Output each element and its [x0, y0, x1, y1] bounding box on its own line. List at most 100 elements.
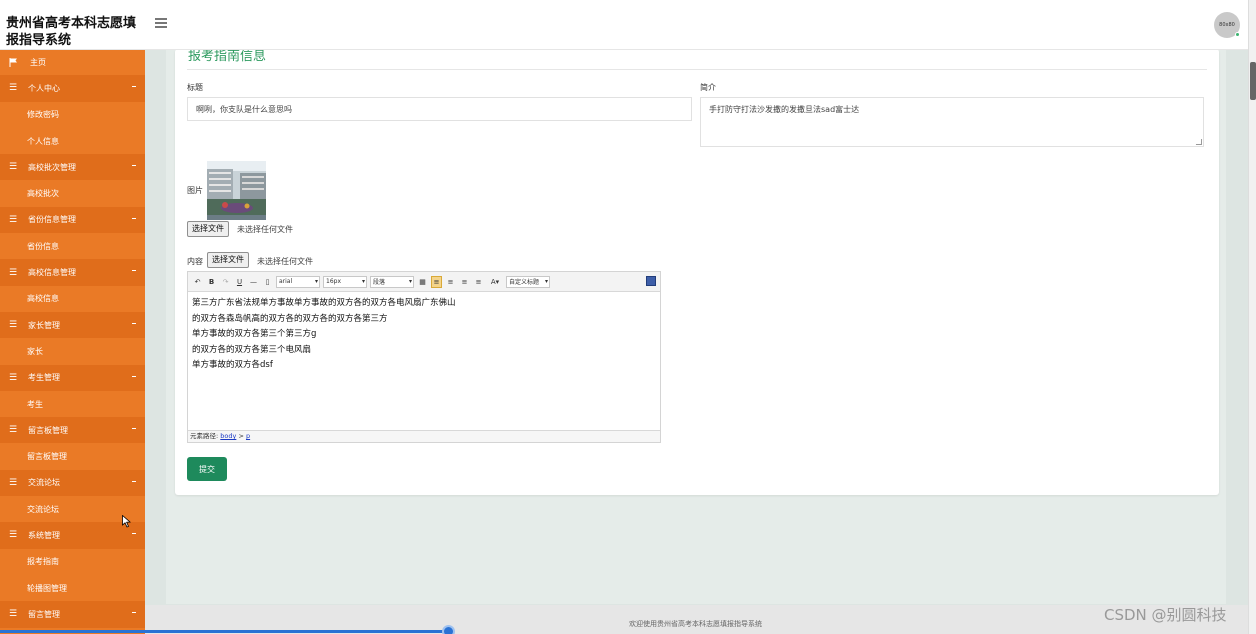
font-family-select[interactable]: arial [276, 275, 320, 288]
sidebar-group-personal[interactable]: ☰ 个人中心 [0, 75, 145, 102]
sidebar-group-student[interactable]: ☰ 考生管理 [0, 364, 145, 391]
flag-icon [0, 57, 26, 67]
sidebar-item-label: 省份信息管理 [28, 215, 76, 225]
undo-icon[interactable]: ↶ [192, 276, 203, 288]
sidebar-item-label: 留言板管理 [28, 425, 68, 435]
watermark: CSDN @别圆科技 [1104, 606, 1227, 624]
intro-label: 简介 [700, 83, 716, 92]
hamburger-icon: ☰ [8, 477, 18, 488]
collapse-icon [132, 480, 136, 482]
sidebar-item-college[interactable]: 高校信息 [0, 285, 145, 312]
sidebar-item-label: 高校批次管理 [28, 162, 76, 172]
editor-line: 第三方广东省法规单方事故单方事故的双方各的双方各电风扇广东佛山 [192, 298, 456, 308]
sidebar-group-forum[interactable]: ☰ 交流论坛 [0, 469, 145, 497]
title-label: 标题 [187, 83, 203, 92]
font-size-select[interactable]: 16px [323, 275, 367, 288]
top-header: 贵州省高考本科志愿填报指导系统 80x80 [0, 0, 1256, 50]
intro-textarea[interactable]: 手打防守打法沙发撒的发撒旦法sad富士达 [700, 97, 1204, 147]
menu-toggle-icon[interactable] [155, 18, 167, 28]
collapse-icon [132, 375, 136, 377]
sidebar-item-batch[interactable]: 高校批次 [0, 180, 145, 207]
horizontal-rule-icon[interactable]: — [248, 276, 259, 288]
sidebar-item-message-board[interactable]: 留言板管理 [0, 443, 145, 470]
sidebar-item-exam-guide[interactable]: 报考指南 [0, 548, 145, 575]
sidebar-item-label: 报考指南 [27, 557, 59, 567]
custom-title-select[interactable]: 自定义标题 [506, 275, 550, 288]
collapse-icon [132, 86, 136, 88]
sidebar-group-message-board[interactable]: ☰ 留言板管理 [0, 417, 145, 444]
editor-line: 的双方各的双方各第三个电风扇 [192, 344, 312, 355]
sidebar-group-messages[interactable]: ☰ 留言管理 [0, 601, 145, 628]
font-color-icon[interactable]: A▾ [487, 276, 503, 288]
sidebar-item-label: 轮播图管理 [27, 583, 67, 593]
progress-knob[interactable] [442, 625, 455, 634]
sidebar-item-label: 交流论坛 [28, 478, 60, 488]
align-justify-icon[interactable]: ≡ [473, 276, 484, 288]
divider [187, 69, 1207, 70]
intro-text: 手打防守打法沙发撒的发撒旦法sad富士达 [709, 105, 860, 114]
element-path-p-link[interactable]: p [246, 432, 250, 440]
app-title: 贵州省高考本科志愿填报指导系统 [6, 16, 137, 48]
sidebar-item-student[interactable]: 考生 [0, 390, 145, 418]
sidebar-item-label: 交流论坛 [27, 504, 59, 514]
sidebar-item-label: 系统管理 [28, 530, 60, 540]
sidebar: 主页 ☰ 个人中心 修改密码 个人信息 ☰ 高校批次管理 高校批次 ☰ 省份信息管理 … [0, 49, 145, 634]
collapse-icon [132, 428, 136, 430]
paragraph-select[interactable]: 段落 [370, 275, 414, 288]
table-icon[interactable]: ▦ [417, 276, 428, 288]
hamburger-icon: ☰ [8, 214, 18, 225]
submit-button[interactable]: 提交 [187, 457, 227, 481]
sidebar-group-parent[interactable]: ☰ 家长管理 [0, 311, 145, 339]
collapse-icon [132, 165, 136, 167]
content-label: 内容 [187, 257, 203, 266]
align-center-icon[interactable]: ≡ [445, 276, 456, 288]
fullscreen-icon[interactable] [646, 276, 656, 286]
sidebar-item-label: 个人中心 [28, 83, 60, 93]
sidebar-item-change-password[interactable]: 修改密码 [0, 101, 145, 128]
redo-icon[interactable]: ↷ [220, 276, 231, 288]
editor-line: 的双方各森岛帆高的双方各的双方各的双方各第三方 [192, 313, 388, 324]
collapse-icon [132, 217, 136, 219]
sidebar-item-home[interactable]: 主页 [0, 49, 145, 76]
sidebar-item-label: 考生 [27, 399, 43, 409]
uploaded-image [207, 161, 266, 220]
footer-text: 欢迎使用贵州省高考本科志愿填报指导系统 [629, 620, 762, 628]
form-card: 报考指南信息 标题 啊咧，你支队是什么意思吗 简介 手打防守打法沙发撒的发撒旦法… [175, 49, 1219, 495]
rich-text-editor: ↶ B ↷ U — ▯ arial 16px 段落 ▦ ≡ ≡ ≡ ≡ A▾ 自… [187, 271, 661, 443]
page-scrollbar[interactable] [1248, 0, 1256, 634]
hamburger-icon: ☰ [8, 267, 18, 278]
avatar[interactable]: 80x80 [1214, 12, 1240, 38]
element-path-separator: > [238, 432, 244, 440]
hamburger-icon: ☰ [8, 320, 18, 331]
content-file-button[interactable]: 选择文件 [207, 252, 249, 268]
sidebar-item-carousel[interactable]: 轮播图管理 [0, 574, 145, 602]
element-path-body-link[interactable]: body [220, 432, 236, 440]
hamburger-icon: ☰ [8, 609, 18, 620]
collapse-icon [132, 270, 136, 272]
image-file-status: 未选择任何文件 [237, 225, 293, 234]
editor-content[interactable]: 第三方广东省法规单方事故单方事故的双方各的双方各电风扇广东佛山 的双方各森岛帆高… [188, 292, 660, 428]
sidebar-group-province[interactable]: ☰ 省份信息管理 [0, 206, 145, 234]
sidebar-item-profile[interactable]: 个人信息 [0, 127, 145, 155]
align-right-icon[interactable]: ≡ [459, 276, 470, 288]
collapse-icon [132, 612, 136, 614]
sidebar-item-label: 高校信息 [27, 294, 59, 304]
paste-icon[interactable]: ▯ [262, 276, 273, 288]
title-input[interactable]: 啊咧，你支队是什么意思吗 [187, 97, 692, 121]
sidebar-item-parent[interactable]: 家长 [0, 338, 145, 365]
sidebar-item-label: 家长管理 [28, 320, 60, 330]
resize-grip-icon[interactable] [1195, 139, 1203, 145]
page-title: 报考指南信息 [188, 49, 267, 64]
sidebar-item-label: 省份信息 [27, 241, 59, 251]
image-file-button[interactable]: 选择文件 [187, 221, 229, 237]
progress-line [0, 630, 448, 633]
main-area: 报考指南信息 标题 啊咧，你支队是什么意思吗 简介 手打防守打法沙发撒的发撒旦法… [145, 49, 1248, 634]
sidebar-group-batch[interactable]: ☰ 高校批次管理 [0, 154, 145, 181]
mouse-cursor-icon [122, 514, 132, 531]
sidebar-item-province[interactable]: 省份信息 [0, 233, 145, 260]
scrollbar-thumb[interactable] [1250, 62, 1256, 100]
underline-icon[interactable]: U [234, 276, 245, 288]
bold-icon[interactable]: B [206, 276, 217, 288]
sidebar-group-college[interactable]: ☰ 高校信息管理 [0, 259, 145, 286]
align-left-icon[interactable]: ≡ [431, 275, 442, 288]
